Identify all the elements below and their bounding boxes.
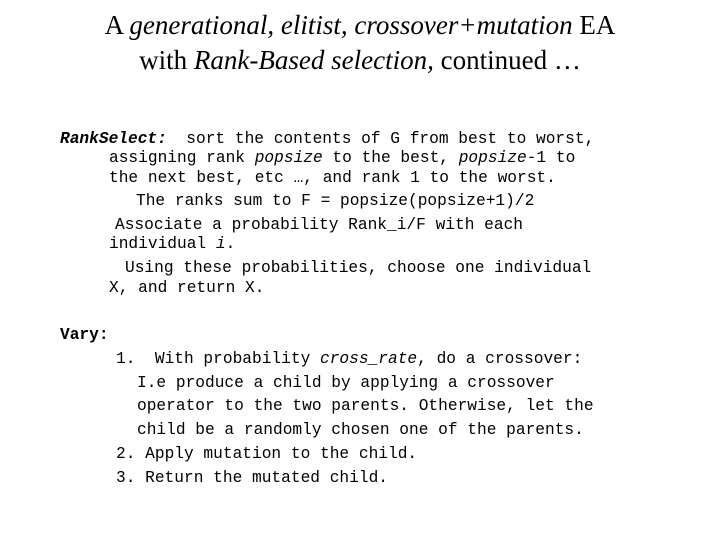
text-segment: assigning rank bbox=[109, 149, 255, 167]
title-prefix: A bbox=[104, 10, 130, 40]
slide-title-line-1: A generational, elitist, crossover+mutat… bbox=[0, 10, 720, 41]
title-suffix: continued … bbox=[433, 45, 581, 75]
rank-select-label: RankSelect: bbox=[60, 130, 167, 148]
associate-probability-line: Associate a probability Rank_i/F with ea… bbox=[115, 216, 523, 234]
text-segment: , do a crossover: bbox=[417, 350, 583, 368]
rank-sum-formula: The ranks sum to F = popsize(popsize+1)/… bbox=[136, 192, 535, 210]
rank-select-line-2: assigning rank popsize to the best, pops… bbox=[109, 149, 575, 168]
text-segment: 1. With probability bbox=[116, 350, 320, 368]
vary-label: Vary: bbox=[60, 326, 109, 344]
individual-line: individual i. bbox=[109, 235, 235, 254]
title-italic: generational, elitist, crossover+mutatio… bbox=[129, 10, 573, 40]
vary-step-1-cont: I.e produce a child by applying a crosso… bbox=[137, 374, 555, 392]
text-segment: -1 to bbox=[526, 149, 576, 167]
using-probabilities-line: Using these probabilities, choose one in… bbox=[125, 259, 592, 277]
index-i: i bbox=[215, 235, 226, 253]
vary-step-1-cont: child be a randomly chosen one of the pa… bbox=[137, 421, 584, 439]
text-segment: . bbox=[225, 235, 236, 253]
title-prefix: with bbox=[139, 45, 194, 75]
vary-step-1-cont: operator to the two parents. Otherwise, … bbox=[137, 397, 594, 415]
title-italic: Rank-Based selection, bbox=[193, 45, 434, 75]
text-segment: to the best, bbox=[322, 149, 459, 167]
vary-step-3: 3. Return the mutated child. bbox=[116, 469, 388, 487]
cross-rate-term: cross_rate bbox=[320, 350, 418, 368]
vary-step-1: 1. With probability cross_rate, do a cro… bbox=[116, 350, 582, 369]
title-suffix: EA bbox=[572, 10, 616, 40]
rank-select-text: sort the contents of G from best to wors… bbox=[166, 130, 595, 148]
return-x-line: X, and return X. bbox=[109, 279, 265, 297]
text-segment: individual bbox=[109, 235, 216, 253]
popsize-term: popsize bbox=[458, 149, 527, 167]
slide-title-line-2: with Rank-Based selection, continued … bbox=[0, 45, 720, 76]
rank-select-line-3: the next best, etc …, and rank 1 to the … bbox=[109, 169, 556, 187]
popsize-term: popsize bbox=[254, 149, 323, 167]
vary-step-2: 2. Apply mutation to the child. bbox=[116, 445, 418, 463]
rank-select-line-1: RankSelect: sort the contents of G from … bbox=[60, 130, 594, 149]
